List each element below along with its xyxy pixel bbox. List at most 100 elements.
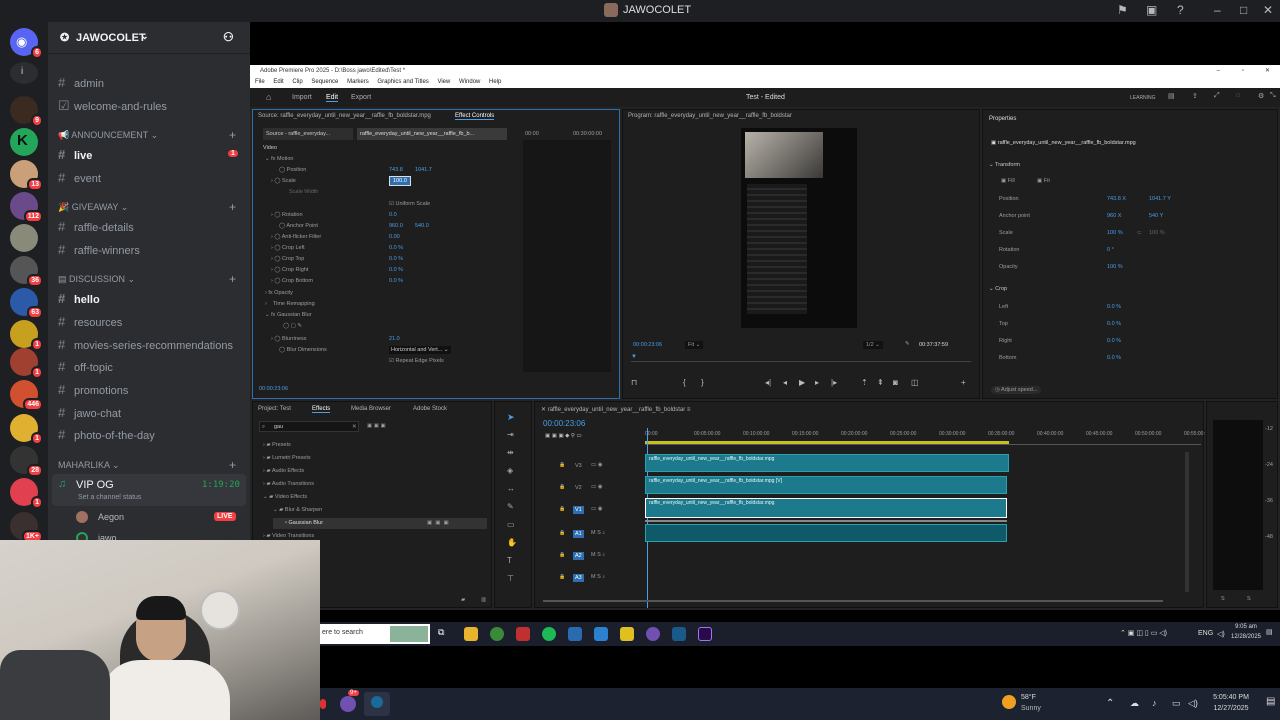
selection-tool-icon[interactable]: ➤: [507, 412, 515, 423]
step-forward-icon[interactable]: |▸: [831, 378, 837, 387]
razor-icon[interactable]: ◈: [507, 466, 513, 475]
clip-v2[interactable]: raffle_everyday_until_new_year__raffle_f…: [645, 476, 1007, 494]
category-discussion[interactable]: ▤ DISCUSSION ⌄: [58, 274, 135, 285]
tab-project[interactable]: Project: Test: [258, 406, 291, 412]
tab-media-browser[interactable]: Media Browser: [351, 406, 391, 412]
system-clock-time[interactable]: 5:05:40 PM: [1200, 694, 1262, 701]
new-bin-icon[interactable]: ▰: [461, 597, 465, 603]
effects-search-field[interactable]: ⌕ gau ✕: [259, 421, 359, 432]
timeline-ruler[interactable]: 00:00 00:05:00:00 00:10:00:00 00:15:00:00 00…: [645, 431, 1205, 445]
mute-solo-icons[interactable]: M S ♪: [591, 530, 605, 536]
ripple-edit-icon[interactable]: ⇹: [507, 448, 514, 457]
delete-icon[interactable]: ▥: [481, 597, 486, 603]
tab-adobe-stock[interactable]: Adobe Stock: [413, 406, 447, 412]
track-label[interactable]: V3: [573, 462, 584, 470]
add-member-icon[interactable]: ⚇: [223, 30, 234, 44]
collapse-icon[interactable]: ⤡: [1270, 92, 1276, 100]
maximize-icon[interactable]: ▫: [1242, 65, 1244, 77]
lock-icon[interactable]: 🔒: [559, 484, 565, 490]
eye-icon[interactable]: ▭ ◉: [591, 484, 603, 490]
forward-frame-icon[interactable]: ▸: [815, 378, 819, 387]
lift-icon[interactable]: ⇡: [861, 378, 868, 387]
steam-icon[interactable]: [672, 627, 686, 641]
spotify-icon[interactable]: [542, 627, 556, 641]
folder-blur-sharpen[interactable]: Blur & Sharpen: [285, 507, 322, 513]
mute-solo-icons[interactable]: M S ♪: [591, 574, 605, 580]
menu-edit[interactable]: Edit: [273, 79, 283, 85]
pen-icon[interactable]: ✎: [507, 502, 514, 511]
add-channel-icon[interactable]: +: [229, 128, 236, 142]
work-area-bar[interactable]: [645, 441, 1009, 444]
extract-icon[interactable]: ⇞: [877, 378, 884, 387]
voice-user-name[interactable]: Aegon: [98, 512, 124, 522]
crop-top-value[interactable]: 0.0 %: [389, 256, 403, 262]
track-header[interactable]: V2 🔒 ▭ ◉: [555, 482, 641, 494]
folder-audio-transitions[interactable]: Audio Transitions: [272, 481, 314, 487]
type-icon[interactable]: T: [507, 556, 512, 565]
server-icon[interactable]: 446: [10, 380, 43, 411]
tab-effect-controls[interactable]: Effect Controls: [455, 113, 495, 120]
app-icon[interactable]: [320, 699, 326, 709]
premiere-icon[interactable]: [698, 627, 712, 641]
notification-center-icon[interactable]: ▤: [1266, 696, 1275, 707]
track-label[interactable]: A2: [573, 552, 584, 560]
slip-icon[interactable]: ↔: [507, 484, 515, 493]
volume-icon[interactable]: ◁): [1188, 698, 1198, 709]
anchor-x-value[interactable]: 960.0: [389, 223, 403, 229]
prop-position-y[interactable]: 1041.7 Y: [1149, 196, 1171, 202]
source-tab[interactable]: Source - raffle_everyday...: [263, 128, 353, 140]
fit-select[interactable]: Fit ⌄: [685, 341, 704, 349]
task-view-icon[interactable]: ⧉: [438, 627, 452, 641]
timeline-tools-icons[interactable]: ▣ ▣ ▣ ◆ ⚲ ▭: [545, 433, 582, 439]
source-header[interactable]: Source: raffle_everyday_until_new_year__…: [258, 113, 431, 119]
close-icon[interactable]: ✕: [1263, 3, 1273, 17]
program-header[interactable]: Program: raffle_everyday_until_new_year_…: [628, 113, 792, 119]
discord-icon[interactable]: [646, 627, 660, 641]
prop-opacity-value[interactable]: 100 %: [1107, 264, 1123, 270]
track-header[interactable]: A3 🔒 M S ♪: [555, 572, 641, 584]
server-icon[interactable]: 1: [10, 478, 43, 509]
clip-a1[interactable]: [645, 524, 1007, 542]
channel-admin[interactable]: # admin: [58, 75, 104, 90]
antiflicker-value[interactable]: 0.00: [389, 234, 400, 240]
eye-icon[interactable]: ▭ ◉: [591, 462, 603, 468]
effect-time-remap[interactable]: Time Remapping: [273, 301, 315, 307]
eye-icon[interactable]: ▭ ◉: [591, 506, 603, 512]
folder-presets[interactable]: Presets: [272, 442, 291, 448]
server-icon[interactable]: K: [10, 128, 38, 156]
resolution-select[interactable]: 1/2 ⌄: [863, 341, 883, 349]
effect-motion[interactable]: Motion: [277, 156, 294, 162]
server-icon[interactable]: 112: [10, 192, 43, 223]
caption-icon[interactable]: ⊤: [507, 574, 514, 583]
channel-status[interactable]: Set a channel status: [78, 494, 141, 501]
tab-effects[interactable]: Effects: [312, 406, 331, 413]
help-icon[interactable]: ?: [1177, 3, 1184, 17]
timeline-timecode[interactable]: 00:00:23:06: [543, 419, 585, 428]
fill-button[interactable]: Fill: [1008, 178, 1015, 184]
add-button-icon[interactable]: +: [961, 378, 966, 387]
workspace-learning[interactable]: LEARNING: [1130, 95, 1156, 101]
tray-overflow-icon[interactable]: ⌃: [1106, 698, 1114, 709]
solo-left[interactable]: S: [1221, 596, 1225, 602]
repeat-edge-checkbox[interactable]: Repeat Edge Pixels: [395, 358, 443, 364]
crop-right-value[interactable]: 0.0 %: [1107, 338, 1121, 344]
mute-solo-icons[interactable]: M S ♪: [591, 552, 605, 558]
step-back-icon[interactable]: ◂|: [765, 378, 771, 387]
crop-bottom-value[interactable]: 0.0 %: [389, 278, 403, 284]
prop-scale-value[interactable]: 100 %: [1107, 230, 1123, 236]
notification-icon[interactable]: ▤: [1266, 628, 1273, 636]
server-icon[interactable]: 9: [10, 96, 43, 127]
minimize-icon[interactable]: –: [1214, 3, 1221, 17]
link-icon[interactable]: ⊂: [1137, 230, 1142, 236]
category-announcement[interactable]: 📢 ANNOUNCEMENT ⌄: [58, 130, 158, 141]
channel-raffle-winners[interactable]: # raffle-winners: [58, 242, 140, 257]
lock-icon[interactable]: 🔒: [559, 574, 565, 580]
file-explorer-icon[interactable]: [464, 627, 478, 641]
tray-icons[interactable]: ⌃ ▣ ◫ ▯ ▭ ◁): [1120, 629, 1167, 637]
tab-import[interactable]: Import: [292, 94, 312, 101]
channel-welcome[interactable]: ☑ welcome-and-rules: [58, 98, 167, 114]
weather-temp[interactable]: 58°F: [1021, 694, 1036, 701]
add-channel-icon[interactable]: +: [229, 272, 236, 286]
prop-anchor-x[interactable]: 960 X: [1107, 213, 1121, 219]
screen-icon[interactable]: ▣: [1146, 3, 1157, 17]
